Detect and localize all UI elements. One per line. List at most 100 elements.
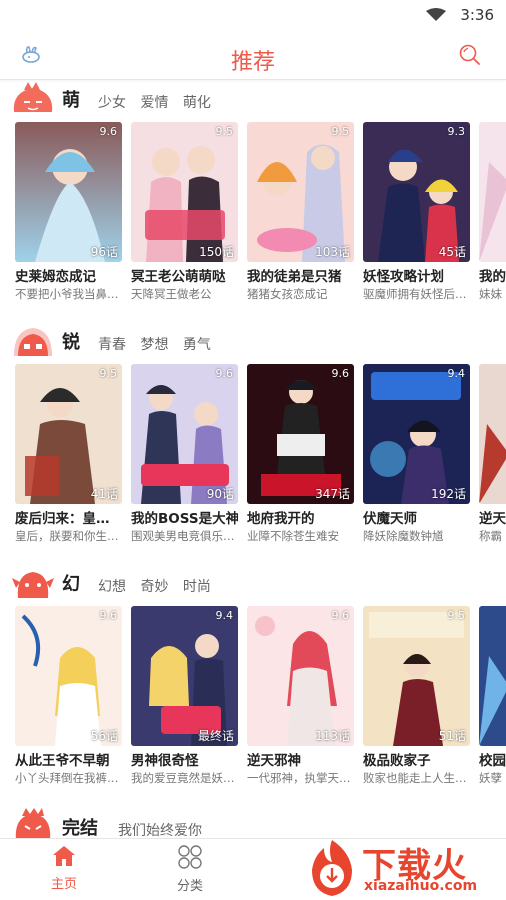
section-tags: 我们始终爱你 [118,820,212,840]
comic-desc: 称霸 [479,529,502,543]
section-tag[interactable]: 萌化 [183,95,211,111]
comic-card[interactable]: 9.5 41话 废后归来：皇… 皇后，朕要和你生… [15,364,122,544]
rating-badge: 9.4 [215,609,234,622]
rating-badge: 9.5 [331,125,350,138]
rating-badge: 9.6 [99,125,118,138]
comic-card[interactable]: 9.6 56话 从此王爷不早朝 小丫头拜倒在我裤… [15,606,122,786]
tab-home[interactable]: 主页 [24,845,104,892]
chapter-count: 最终话 [197,729,234,743]
comic-card[interactable]: 9.4 最终话 男神很奇怪 我的爱豆竟然是妖… [131,606,238,786]
comic-cover[interactable]: 9.6 90话 [131,364,238,504]
page-title: 推荐 [230,50,275,75]
chapter-count: 90话 [206,487,234,501]
comic-desc: 败家也能走上人生… [363,771,467,785]
section-rui: 锐 青春 梦想 勇气 9.5 41话 废后归来：皇… 皇后，朕要和你生… 9.6… [0,322,506,554]
comic-card[interactable]: 9.5 51话 极品败家子 败家也能走上人生… [363,606,470,786]
section-header[interactable]: 锐 青春 梦想 勇气 [0,322,506,362]
comic-card[interactable]: 逆天 称霸 [479,364,506,544]
rating-badge: 9.5 [447,609,466,622]
comic-cover[interactable]: 9.6 56话 [15,606,122,746]
comic-title: 极品败家子 [363,753,431,769]
comic-desc: 妖孽 [479,771,502,785]
watermark-url: xiazaihuo.com [364,878,478,894]
section-tags: 青春 梦想 勇气 [98,334,221,354]
rating-badge: 9.5 [215,125,234,138]
comic-cover[interactable]: 9.4 最终话 [131,606,238,746]
tab-category-label: 分类 [176,879,203,894]
comic-cover[interactable]: 9.3 45话 [363,122,470,262]
comic-card[interactable]: 9.6 113话 逆天邪神 一代邪神，执掌天… [247,606,354,786]
comic-card-row: 9.6 96话 史莱姆恋成记 不要把小爷我当鼻… 9.5 150话 冥王老公萌萌… [15,122,506,312]
home-icon [53,846,75,866]
comic-cover[interactable]: 9.4 192话 [363,364,470,504]
comic-cover[interactable]: 9.6 347话 [247,364,354,504]
comic-cover[interactable]: 9.5 41话 [15,364,122,504]
wifi-icon [426,8,446,21]
section-tag[interactable]: 青春 [98,337,126,353]
comic-card[interactable]: 9.6 347话 地府我开的 业障不除苍生难安 [247,364,354,544]
comic-title: 地府我开的 [247,511,315,527]
section-tag[interactable]: 少女 [98,95,126,111]
chapter-count: 103话 [315,245,350,259]
section-tag[interactable]: 奇妙 [140,579,168,595]
comic-title: 我的 [479,269,506,285]
section-header[interactable]: 幻 幻想 奇妙 时尚 [0,564,506,604]
tab-category[interactable]: 分类 [150,845,230,894]
section-tag[interactable]: 勇气 [183,337,211,353]
chapter-count: 45话 [438,245,466,259]
comic-desc: 猪猪女孩恋成记 [247,287,328,301]
section-tag[interactable]: 爱情 [140,95,168,111]
section-tag[interactable]: 时尚 [183,579,211,595]
section-title: 完结 [62,818,98,839]
comic-cover[interactable]: 9.6 113话 [247,606,354,746]
chapter-count: 41话 [90,487,118,501]
section-title: 幻 [62,574,80,595]
comic-cover[interactable]: 9.5 51话 [363,606,470,746]
comic-card[interactable]: 9.5 150话 冥王老公萌萌哒 天降冥王做老公 [131,122,238,302]
mascot-icon [15,808,51,840]
comic-cover[interactable]: 9.5 150话 [131,122,238,262]
comic-card[interactable]: 9.3 45话 妖怪攻略计划 驱魔师拥有妖怪后… [363,122,470,302]
comic-title: 我的BOSS是大神 [131,511,238,527]
section-title: 萌 [62,90,80,111]
search-icon[interactable] [458,43,482,67]
comic-card-row: 9.5 41话 废后归来：皇… 皇后，朕要和你生… 9.6 90话 我的BOSS… [15,364,506,554]
status-bar: 3:36 [0,0,506,30]
comic-card[interactable]: 9.5 103话 我的徒弟是只猪 猪猪女孩恋成记 [247,122,354,302]
chapter-count: 347话 [315,487,350,501]
comic-cover[interactable] [479,364,506,504]
section-tag[interactable]: 我们始终爱你 [118,823,202,839]
comic-cover[interactable]: 9.5 103话 [247,122,354,262]
comic-desc: 降妖除魔数钟馗 [363,529,444,543]
comic-card[interactable]: 我的 妹妹 [479,122,506,302]
comic-desc: 围观美男电竞俱乐… [131,529,235,543]
watermark-logo: 下载火 xiazaihuo.com [302,836,502,898]
comic-card[interactable]: 9.4 192话 伏魔天师 降妖除魔数钟馗 [363,364,470,544]
app-header: 推荐 [0,30,506,80]
comic-cover[interactable] [479,122,506,262]
mascot-icon [12,572,54,598]
comic-title: 逆天邪神 [247,753,301,769]
comic-title: 逆天 [479,511,506,527]
chapter-count: 192话 [431,487,466,501]
rating-badge: 9.3 [447,125,466,138]
comic-card[interactable]: 校园 妖孽 [479,606,506,786]
section-tag[interactable]: 梦想 [140,337,168,353]
comic-card[interactable]: 9.6 96话 史莱姆恋成记 不要把小爷我当鼻… [15,122,122,302]
comic-cover[interactable] [479,606,506,746]
comic-card[interactable]: 9.6 90话 我的BOSS是大神 围观美男电竞俱乐… [131,364,238,544]
chapter-count: 150话 [199,245,234,259]
comic-desc: 不要把小爷我当鼻… [15,287,119,301]
comic-desc: 天降冥王做老公 [131,287,212,301]
mascot-icon [13,82,53,112]
rating-badge: 9.4 [447,367,466,380]
section-title: 锐 [62,332,80,353]
comic-cover[interactable]: 9.6 96话 [15,122,122,262]
section-tag[interactable]: 幻想 [98,579,126,595]
comic-card-row: 9.6 56话 从此王爷不早朝 小丫头拜倒在我裤… 9.4 最终话 男神很奇怪 … [15,606,506,796]
comic-desc: 一代邪神，执掌天… [247,771,351,785]
chapter-count: 113话 [315,729,350,743]
rating-badge: 9.6 [331,367,350,380]
comic-title: 校园 [479,753,506,769]
section-header[interactable]: 萌 少女 爱情 萌化 [0,80,506,120]
